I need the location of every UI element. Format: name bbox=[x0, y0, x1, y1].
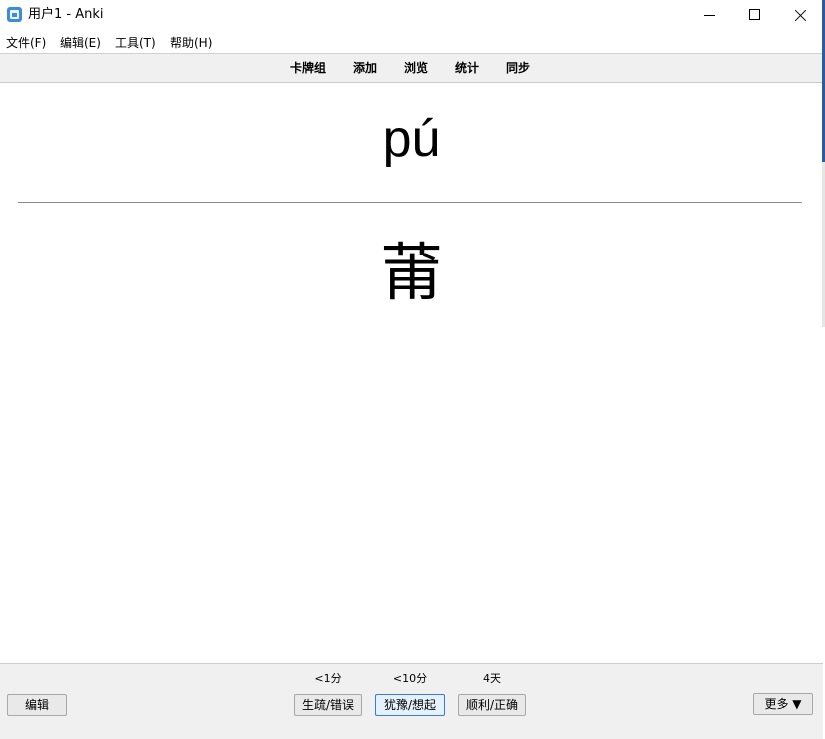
maximize-button[interactable] bbox=[733, 0, 779, 31]
menu-file[interactable]: 文件(F) bbox=[6, 35, 46, 51]
toolbar-browse-link[interactable]: 浏览 bbox=[404, 61, 428, 76]
card-front-text: pú bbox=[382, 110, 441, 168]
hard-interval-label: <10分 bbox=[392, 672, 428, 685]
close-button[interactable] bbox=[779, 0, 825, 31]
card-answer-divider bbox=[18, 202, 802, 203]
menu-help[interactable]: 帮助(H) bbox=[170, 35, 212, 51]
anki-app-icon bbox=[7, 7, 22, 22]
menu-tools[interactable]: 工具(T) bbox=[115, 35, 156, 51]
toolbar-decks-link[interactable]: 卡牌组 bbox=[290, 61, 326, 76]
again-button[interactable]: 生疏/错误 bbox=[294, 694, 362, 716]
anki-window: 用户1 - Anki 文件(F) 编辑(E) 工具(T) 帮助(H) 卡牌组 添… bbox=[0, 0, 825, 739]
menu-edit[interactable]: 编辑(E) bbox=[60, 35, 101, 51]
card-back-text: 莆 bbox=[380, 236, 443, 309]
good-button[interactable]: 顺利/正确 bbox=[458, 694, 526, 716]
toolbar-sync-link[interactable]: 同步 bbox=[506, 61, 530, 76]
minimize-icon bbox=[704, 15, 715, 16]
menu-bar: 文件(F) 编辑(E) 工具(T) 帮助(H) bbox=[0, 33, 825, 53]
answer-bar: 编辑 <1分 <10分 4天 生疏/错误 犹豫/想起 顺利/正确 更多 ▼ bbox=[0, 663, 823, 739]
toolbar-add-link[interactable]: 添加 bbox=[353, 61, 377, 76]
close-icon bbox=[779, 0, 825, 31]
main-toolbar: 卡牌组 添加 浏览 统计 同步 bbox=[0, 53, 825, 83]
good-interval-label: 4天 bbox=[483, 672, 501, 685]
maximize-icon bbox=[749, 9, 760, 20]
minimize-button[interactable] bbox=[687, 0, 733, 31]
more-button[interactable]: 更多 ▼ bbox=[753, 693, 813, 715]
toolbar-stats-link[interactable]: 统计 bbox=[455, 61, 479, 76]
again-interval-label: <1分 bbox=[314, 672, 342, 685]
card-review-area: pú 莆 bbox=[0, 83, 823, 663]
edit-button[interactable]: 编辑 bbox=[7, 694, 67, 716]
hard-button[interactable]: 犹豫/想起 bbox=[375, 694, 445, 716]
window-title: 用户1 - Anki bbox=[28, 7, 104, 22]
title-bar[interactable]: 用户1 - Anki bbox=[0, 0, 825, 31]
